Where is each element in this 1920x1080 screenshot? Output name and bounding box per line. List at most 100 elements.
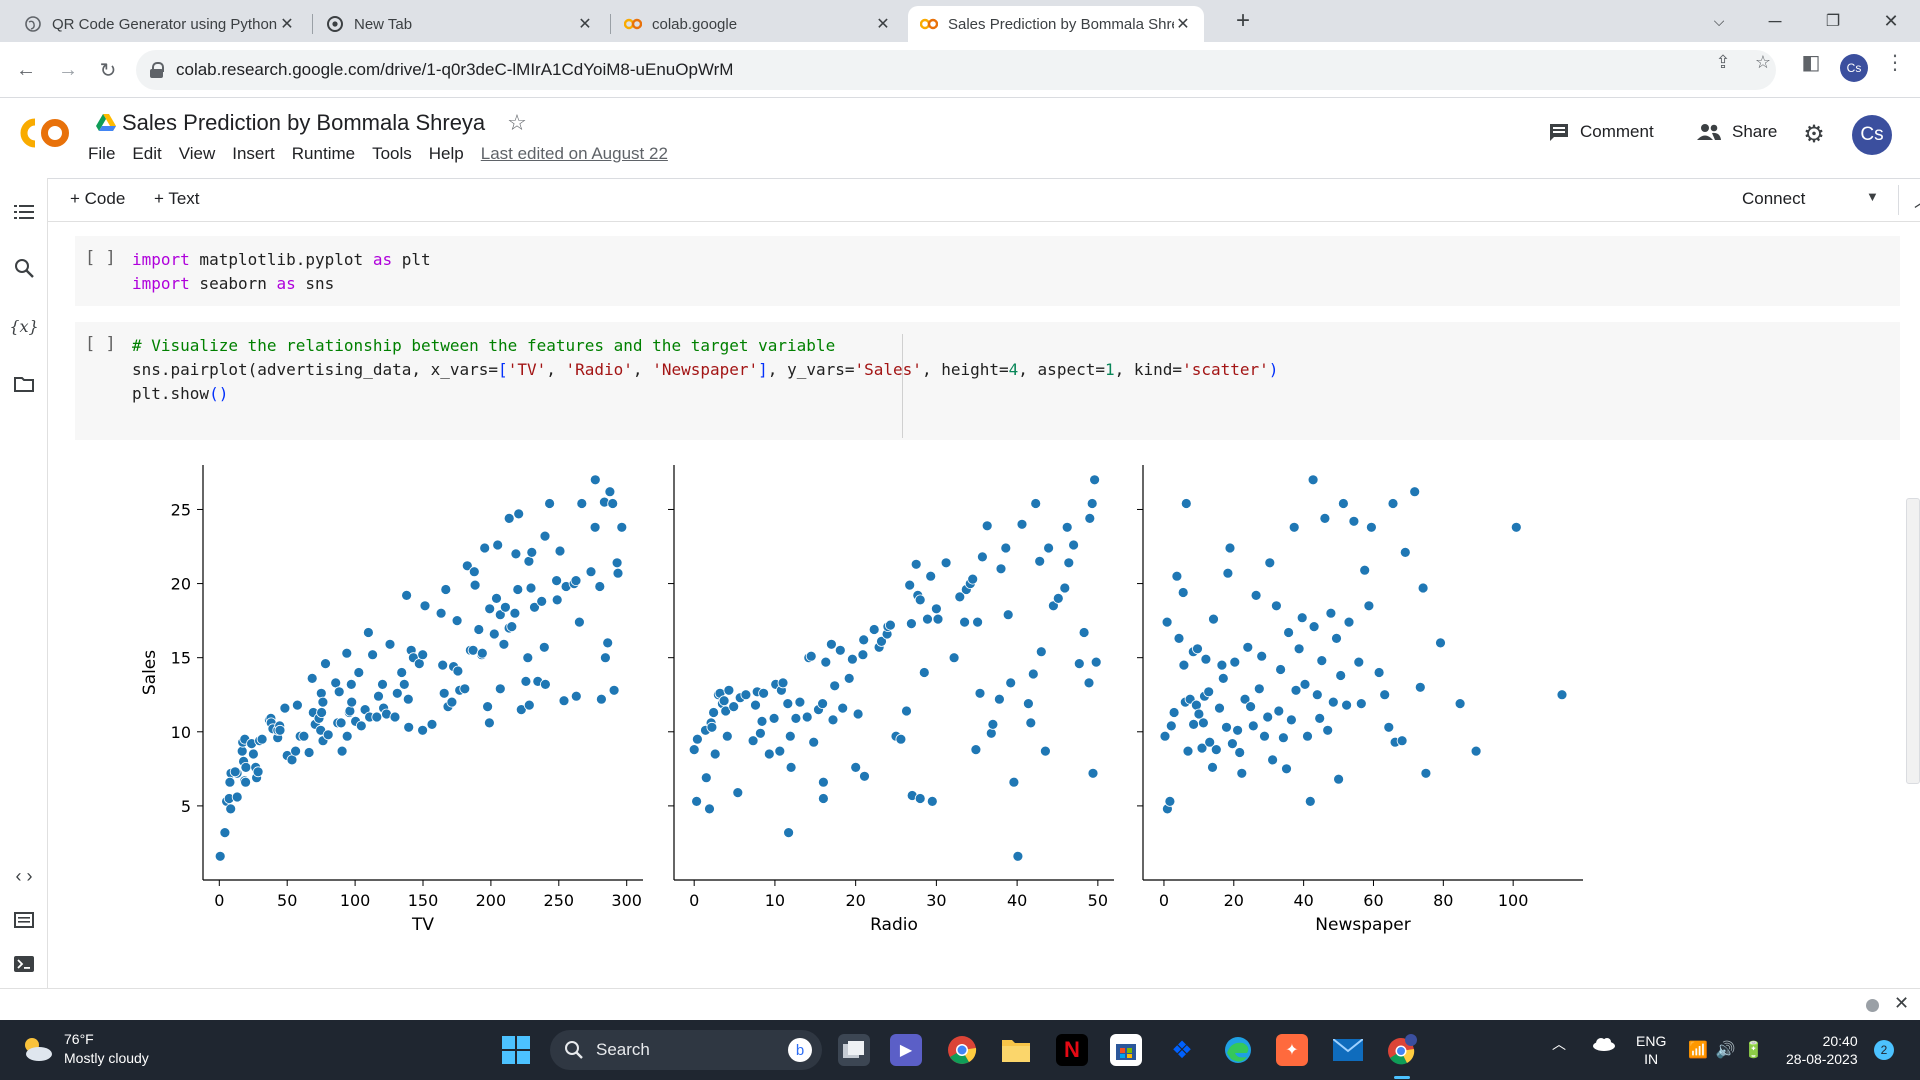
code-editor[interactable]: import matplotlib.pyplot as plt import s… (132, 248, 431, 296)
last-edited-link[interactable]: Last edited on August 22 (481, 144, 668, 164)
scatter-point (604, 486, 616, 498)
avatar[interactable]: Cs (1852, 115, 1892, 155)
clock[interactable]: 20:40 28-08-2023 (1786, 1032, 1858, 1068)
variables-icon[interactable]: {x} (9, 312, 38, 340)
bing-icon[interactable]: b (788, 1038, 812, 1062)
teams-chat-icon[interactable]: ▶ (890, 1034, 922, 1066)
tab-divider (312, 14, 313, 34)
scatter-point (740, 689, 752, 701)
share-page-icon[interactable]: ⇪ (1712, 51, 1734, 73)
y-tick-label: 10 (171, 723, 191, 742)
app-icon[interactable]: ✦ (1276, 1034, 1308, 1066)
close-window-icon[interactable]: ✕ (1868, 4, 1914, 38)
new-tab-button[interactable]: + (1220, 4, 1266, 38)
reload-icon[interactable]: ↻ (92, 54, 124, 86)
close-tab-icon[interactable]: ✕ (1174, 15, 1192, 33)
status-icons[interactable]: 📶 🔊 🔋 (1688, 1040, 1764, 1060)
side-panel-icon[interactable]: ◧ (1800, 51, 1822, 74)
menu-edit[interactable]: Edit (132, 144, 161, 164)
table-of-contents-icon[interactable] (10, 198, 38, 226)
dropbox-icon[interactable]: ❖ (1166, 1034, 1198, 1066)
close-tab-icon[interactable]: ✕ (278, 15, 296, 33)
file-explorer-icon[interactable] (1000, 1034, 1032, 1066)
scatter-point (750, 699, 761, 711)
add-code-button[interactable]: + Code (70, 189, 125, 209)
menu-help[interactable]: Help (429, 144, 464, 164)
command-palette-icon[interactable] (10, 906, 38, 934)
close-tab-icon[interactable]: ✕ (874, 15, 892, 33)
scatter-point (539, 530, 551, 542)
code-editor[interactable]: # Visualize the relationship between the… (132, 334, 1278, 406)
restore-icon[interactable]: ❐ (1810, 4, 1856, 38)
chrome-icon[interactable] (946, 1034, 978, 1066)
vertical-scrollbar[interactable] (1906, 498, 1920, 784)
terminal-icon[interactable] (10, 950, 38, 978)
tab-search-chevron-icon[interactable]: ⌵ (1696, 4, 1742, 38)
comment-button[interactable]: Comment (1548, 122, 1654, 142)
close-icon[interactable]: ✕ (1894, 993, 1909, 1014)
collapse-header-icon[interactable]: ︿ (1914, 187, 1920, 213)
scatter-point (1191, 699, 1202, 711)
menu-tools[interactable]: Tools (372, 144, 412, 164)
code-snippets-icon[interactable]: ‹ › (10, 862, 38, 890)
task-view-icon[interactable] (838, 1034, 870, 1066)
chrome-profile-icon[interactable] (1386, 1034, 1418, 1066)
run-cell-button[interactable]: [ ] (85, 248, 116, 268)
mail-icon[interactable] (1332, 1034, 1364, 1066)
kebab-menu-icon[interactable]: ⋮ (1884, 51, 1906, 74)
code-cell[interactable]: [ ] import matplotlib.pyplot as plt impo… (75, 236, 1900, 306)
microsoft-store-icon[interactable] (1110, 1034, 1142, 1066)
notification-badge[interactable]: 2 (1874, 1040, 1894, 1060)
address-bar[interactable]: colab.research.google.com/drive/1-q0r3de… (136, 50, 1776, 90)
forward-arrow-icon[interactable]: → (52, 54, 84, 86)
folder-icon[interactable] (10, 370, 38, 398)
scatter-point (758, 687, 769, 699)
tab-new-tab[interactable]: New Tab ✕ (314, 6, 606, 42)
language-indicator[interactable]: ENG IN (1636, 1032, 1666, 1068)
close-tab-icon[interactable]: ✕ (576, 15, 594, 33)
back-arrow-icon[interactable]: ← (10, 54, 42, 86)
menu-view[interactable]: View (179, 144, 216, 164)
chevron-up-icon[interactable]: ︿ (1552, 1034, 1566, 1054)
people-icon (1697, 124, 1721, 140)
scatter-point (1173, 632, 1185, 644)
tab-colab-google[interactable]: colab.google ✕ (612, 6, 904, 42)
scatter-point (484, 603, 496, 615)
scatter-point (438, 687, 450, 699)
windows-start-icon[interactable] (502, 1036, 530, 1064)
scatter-point (1086, 498, 1098, 509)
x-tick-label: 300 (611, 891, 642, 910)
scatter-point (977, 551, 988, 563)
notebook-title[interactable]: Sales Prediction by Bommala Shreya (122, 110, 485, 136)
menu-runtime[interactable]: Runtime (292, 144, 355, 164)
netflix-icon[interactable]: N (1056, 1034, 1088, 1066)
google-drive-icon[interactable] (96, 114, 116, 132)
scatter-point (417, 724, 429, 736)
gear-icon[interactable]: ⚙ (1800, 120, 1828, 148)
code-cell[interactable]: [ ] # Visualize the relationship between… (75, 322, 1900, 440)
scatter-point (1262, 711, 1274, 723)
run-cell-button[interactable]: [ ] (85, 334, 116, 354)
scatter-point (483, 717, 495, 729)
tab-qr-code-generator[interactable]: QR Code Generator using Python ✕ (12, 6, 308, 42)
search-icon[interactable] (10, 254, 38, 282)
scatter-point (1164, 795, 1176, 807)
tab-sales-prediction[interactable]: Sales Prediction by Bommala Shreya ✕ (908, 6, 1204, 42)
scatter-point (315, 687, 327, 699)
scatter-point (1343, 616, 1355, 628)
onedrive-cloud-icon[interactable] (1592, 1037, 1616, 1051)
menu-file[interactable]: File (88, 144, 115, 164)
bookmark-star-icon[interactable]: ☆ (1752, 51, 1774, 73)
share-button[interactable]: Share (1696, 122, 1777, 142)
connect-button[interactable]: Connect (1742, 189, 1805, 209)
taskbar-search[interactable]: Search b (550, 1030, 822, 1070)
colab-logo-icon[interactable] (18, 116, 72, 150)
menu-insert[interactable]: Insert (232, 144, 275, 164)
weather-widget[interactable]: 76°F Mostly cloudy (20, 1030, 149, 1068)
edge-icon[interactable] (1222, 1034, 1254, 1066)
add-text-button[interactable]: + Text (154, 189, 200, 209)
star-icon[interactable]: ☆ (507, 110, 527, 136)
profile-avatar[interactable]: Cs (1840, 54, 1868, 82)
connect-dropdown-icon[interactable]: ▼ (1866, 189, 1879, 204)
minimize-icon[interactable]: ─ (1752, 4, 1798, 38)
